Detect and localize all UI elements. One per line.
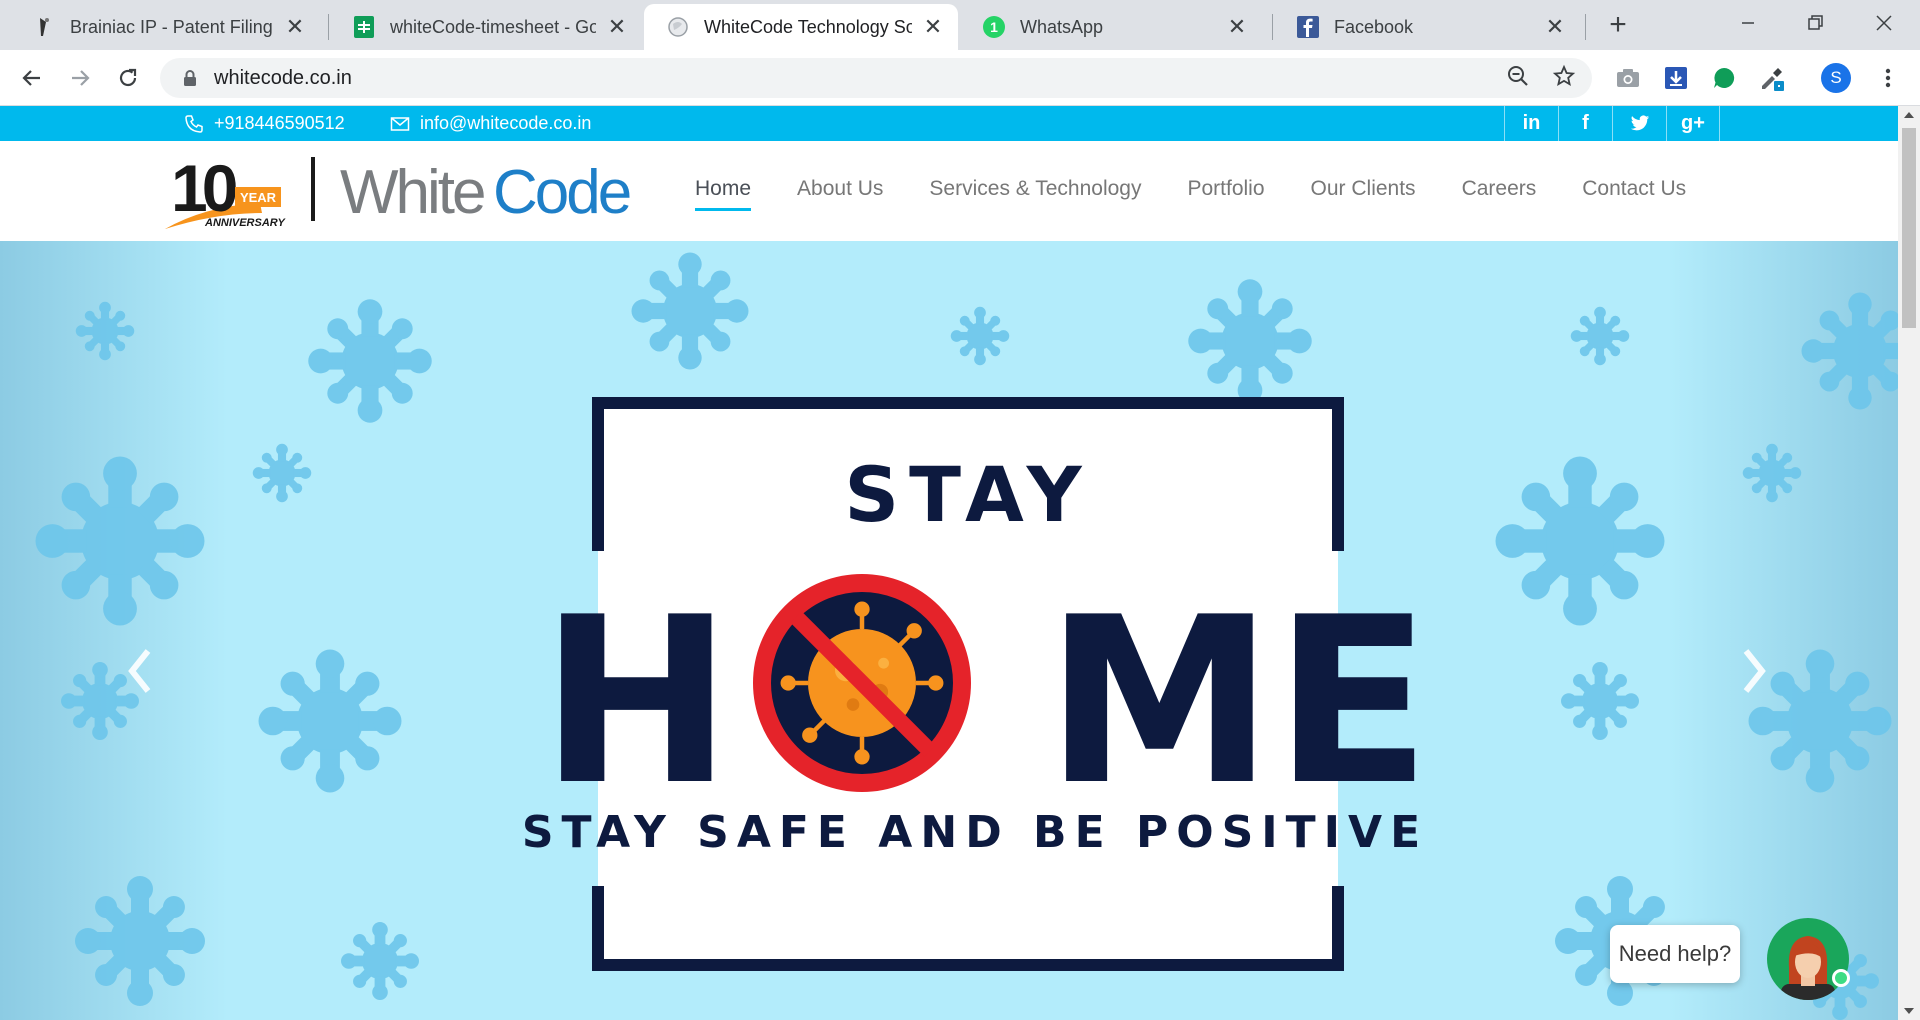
mail-icon bbox=[390, 116, 410, 131]
zoom-icon[interactable] bbox=[1506, 64, 1530, 93]
new-tab-icon[interactable]: + bbox=[1602, 10, 1634, 40]
tab-close-icon[interactable]: ✕ bbox=[1226, 16, 1248, 38]
google-plus-label: g+ bbox=[1681, 112, 1705, 134]
brainiac-favicon-icon bbox=[32, 15, 56, 39]
google-plus-icon[interactable]: g+ bbox=[1666, 106, 1720, 141]
browser-tab-brainiac[interactable]: Brainiac IP - Patent Filing, Trademark ✕ bbox=[10, 4, 320, 50]
phone-icon bbox=[185, 114, 203, 133]
browser-tab-whatsapp[interactable]: 1 WhatsApp ✕ bbox=[960, 4, 1262, 50]
hero-tagline: STAY SAFE AND BE POSITIVE bbox=[522, 807, 1428, 858]
hero-h: H bbox=[540, 569, 733, 836]
eyedropper-extension-icon[interactable] bbox=[1754, 60, 1790, 96]
nav-portfolio[interactable]: Portfolio bbox=[1187, 177, 1264, 205]
carousel-next-icon[interactable] bbox=[1734, 641, 1774, 701]
facebook-favicon-icon bbox=[1296, 15, 1320, 39]
nav-contact-us[interactable]: Contact Us bbox=[1582, 177, 1686, 205]
email-address: info@whitecode.co.in bbox=[420, 113, 592, 133]
need-help-bubble[interactable]: Need help? bbox=[1610, 925, 1740, 983]
nav-our-clients[interactable]: Our Clients bbox=[1311, 177, 1416, 205]
camera-extension-icon[interactable] bbox=[1610, 60, 1646, 96]
anniversary-text: ANNIVERSARY bbox=[204, 217, 287, 229]
brand-white: White bbox=[340, 158, 484, 227]
social-links: in f g+ bbox=[1504, 106, 1720, 141]
site-header: 10 YEAR ANNIVERSARY White Code Home Abou… bbox=[0, 141, 1898, 241]
address-bar[interactable]: whitecode.co.in bbox=[160, 58, 1592, 98]
reload-icon[interactable] bbox=[110, 60, 146, 96]
hero-me: ME bbox=[1045, 569, 1431, 836]
profile-initial: S bbox=[1830, 68, 1842, 87]
browser-tab-timesheet[interactable]: whiteCode-timesheet - Google Sheets ✕ bbox=[330, 4, 642, 50]
linkedin-icon[interactable]: in bbox=[1504, 106, 1558, 141]
carousel-prev-icon[interactable] bbox=[120, 641, 160, 701]
nav-home[interactable]: Home bbox=[695, 177, 752, 211]
sheets-favicon-icon bbox=[352, 15, 376, 39]
hero-slider: STAY H ME STAY SAFE AND BE POSITIVE bbox=[0, 241, 1898, 1020]
scroll-thumb[interactable] bbox=[1902, 128, 1916, 328]
nav-careers[interactable]: Careers bbox=[1462, 177, 1537, 205]
browser-tab-facebook[interactable]: Facebook ✕ bbox=[1274, 4, 1580, 50]
email-link[interactable]: info@whitecode.co.in bbox=[390, 106, 591, 141]
svg-text:1: 1 bbox=[990, 19, 998, 35]
hero-stay: STAY bbox=[844, 450, 1091, 539]
download-extension-icon[interactable] bbox=[1658, 60, 1694, 96]
browser-tab-whitecode[interactable]: WhiteCode Technology Solutions ✕ bbox=[644, 4, 958, 50]
url-text: whitecode.co.in bbox=[214, 66, 352, 89]
tab-close-icon[interactable]: ✕ bbox=[1544, 16, 1566, 38]
site-logo[interactable]: 10 YEAR ANNIVERSARY White Code bbox=[165, 151, 655, 231]
web-page: +918446590512 info@whitecode.co.in in f … bbox=[0, 106, 1898, 1020]
scroll-down-icon[interactable] bbox=[1904, 1008, 1914, 1014]
nav-about-us[interactable]: About Us bbox=[797, 177, 883, 205]
browser-toolbar: whitecode.co.in S bbox=[0, 50, 1920, 106]
facebook-icon[interactable]: f bbox=[1558, 106, 1612, 141]
globe-favicon-icon bbox=[666, 15, 690, 39]
browser-menu-icon[interactable] bbox=[1870, 60, 1906, 96]
nav-services-technology[interactable]: Services & Technology bbox=[929, 177, 1141, 205]
tab-close-icon[interactable]: ✕ bbox=[284, 16, 306, 38]
profile-avatar[interactable]: S bbox=[1818, 60, 1854, 96]
browser-tab-strip: Brainiac IP - Patent Filing, Trademark ✕… bbox=[0, 0, 1920, 50]
phone-link[interactable]: +918446590512 bbox=[184, 106, 345, 141]
forbidden-virus-icon bbox=[753, 574, 971, 792]
bookmark-star-icon[interactable] bbox=[1552, 64, 1576, 93]
tab-title: WhatsApp bbox=[1020, 16, 1104, 37]
online-status-dot bbox=[1832, 969, 1850, 987]
tab-title: Facebook bbox=[1334, 16, 1414, 37]
back-icon[interactable] bbox=[14, 60, 50, 96]
stay-home-banner: STAY H ME STAY SAFE AND BE POSITIVE bbox=[0, 241, 1898, 1020]
tab-separator bbox=[1272, 14, 1273, 40]
whatsapp-favicon-icon: 1 bbox=[982, 15, 1006, 39]
tab-title: WhiteCode Technology Solutions bbox=[704, 16, 912, 37]
contact-bar: +918446590512 info@whitecode.co.in in f … bbox=[0, 106, 1898, 141]
tab-separator bbox=[328, 14, 329, 40]
close-window-icon[interactable] bbox=[1864, 8, 1904, 38]
phone-number: +918446590512 bbox=[214, 113, 345, 133]
tab-title: Brainiac IP - Patent Filing, Trademark bbox=[70, 16, 274, 37]
facebook-label: f bbox=[1582, 112, 1589, 134]
chat-extension-icon[interactable] bbox=[1706, 60, 1742, 96]
anniversary-year: YEAR bbox=[240, 190, 277, 205]
lock-icon bbox=[184, 70, 196, 86]
linkedin-label: in bbox=[1522, 112, 1541, 134]
tab-close-icon[interactable]: ✕ bbox=[922, 16, 944, 38]
page-scrollbar[interactable] bbox=[1898, 106, 1920, 1020]
forward-icon[interactable] bbox=[62, 60, 98, 96]
twitter-icon[interactable] bbox=[1612, 106, 1666, 141]
restore-icon[interactable] bbox=[1796, 8, 1836, 38]
tab-close-icon[interactable]: ✕ bbox=[606, 16, 628, 38]
anniversary-number: 10 bbox=[171, 151, 236, 225]
scroll-up-icon[interactable] bbox=[1904, 112, 1914, 118]
tab-title: whiteCode-timesheet - Google Sheets bbox=[390, 16, 596, 37]
main-navigation: Home About Us Services & Technology Port… bbox=[695, 141, 1686, 241]
brand-code: Code bbox=[493, 158, 630, 227]
tab-separator bbox=[1585, 14, 1586, 40]
minimize-icon[interactable] bbox=[1728, 8, 1768, 38]
chat-agent-avatar[interactable] bbox=[1767, 918, 1849, 1000]
